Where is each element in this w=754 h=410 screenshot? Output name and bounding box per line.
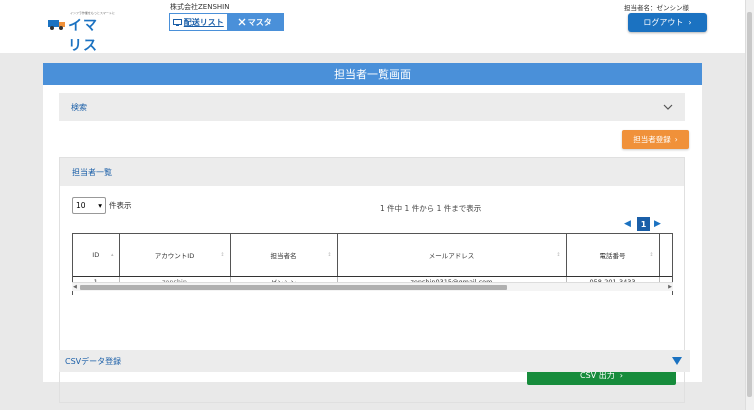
nav-tab-master[interactable]: マスタ bbox=[226, 14, 283, 30]
record-count: 1 件中 1 件から 1 件まで表示 bbox=[380, 204, 482, 213]
truck-icon bbox=[48, 20, 65, 30]
nav-tab-delivery-list[interactable]: 配送リスト bbox=[170, 14, 227, 30]
per-page-control: 10 ▾ 件表示 bbox=[72, 197, 132, 214]
chevron-down-icon bbox=[663, 104, 673, 110]
search-accordion[interactable]: 検索 bbox=[59, 93, 685, 121]
sort-icon: ↕ bbox=[649, 252, 654, 258]
column-header-extra bbox=[659, 234, 672, 277]
sort-icon: ↕ bbox=[327, 252, 332, 258]
table-horizontal-scrollbar[interactable]: ◀ ▶ bbox=[72, 282, 673, 291]
column-header-phone[interactable]: 電話番号 ↕ bbox=[566, 234, 660, 277]
per-page-value: 10 bbox=[76, 201, 86, 210]
nav-tab-label: 配送リスト bbox=[183, 17, 224, 27]
csv-import-label: CSVデータ登録 bbox=[65, 356, 122, 366]
user-name: 担当者名：ゼンシン様 bbox=[624, 4, 689, 12]
column-header-account[interactable]: アカウントID ↕ bbox=[119, 234, 231, 277]
table-scrollbar-thumb[interactable] bbox=[80, 285, 507, 290]
next-page-icon[interactable]: ▶ bbox=[654, 219, 663, 229]
column-header-name[interactable]: 担当者名 ↕ bbox=[230, 234, 338, 277]
scroll-right-icon[interactable]: ▶ bbox=[668, 284, 672, 290]
chevron-down-icon: ▾ bbox=[98, 201, 102, 210]
monitor-icon bbox=[172, 18, 182, 26]
staff-table: ID▴ アカウントID↕ 担当者名↕ メールアドレス↕ 電話番号↕ 1 zens… bbox=[73, 234, 672, 287]
search-label: 検索 bbox=[71, 102, 87, 112]
main-nav: 配送リスト マスタ bbox=[169, 13, 284, 31]
main-card: 担当者一覧画面 検索 担当者登録 › 担当者一覧 10 ▾ 件表示 1 件中 1… bbox=[43, 63, 702, 403]
scroll-left-icon[interactable]: ◀ bbox=[73, 284, 77, 290]
triangle-down-icon bbox=[672, 357, 682, 365]
app-header: インフラ作業をもっとスマートに イマリス 株式会社ZENSHIN 配送リスト マ… bbox=[0, 0, 754, 54]
register-label: 担当者登録 bbox=[633, 135, 671, 144]
sort-icon: ↕ bbox=[220, 252, 225, 258]
logout-label: ログアウト bbox=[643, 18, 684, 27]
column-header-id[interactable]: ID ▴ bbox=[73, 234, 120, 277]
chevron-right-icon: › bbox=[674, 135, 678, 144]
chevron-right-icon: › bbox=[619, 371, 623, 380]
page-title: 担当者一覧画面 bbox=[43, 63, 702, 85]
per-page-suffix: 件表示 bbox=[109, 201, 132, 210]
tools-icon bbox=[238, 18, 246, 26]
logout-button[interactable]: ログアウト › bbox=[628, 13, 707, 32]
sort-icon: ▴ bbox=[110, 252, 114, 258]
chevron-right-icon: › bbox=[688, 18, 692, 27]
nav-tab-label: マスタ bbox=[247, 17, 272, 27]
sort-icon: ↕ bbox=[556, 252, 561, 258]
column-header-email[interactable]: メールアドレス ↕ bbox=[337, 234, 567, 277]
csv-import-accordion[interactable]: CSVデータ登録 bbox=[59, 350, 690, 372]
page-scrollbar-thumb[interactable] bbox=[747, 12, 752, 397]
company-name: 株式会社ZENSHIN bbox=[170, 3, 230, 11]
page-number[interactable]: 1 bbox=[637, 217, 650, 231]
app-logo[interactable]: インフラ作業をもっとスマートに イマリス bbox=[48, 11, 115, 54]
register-staff-button[interactable]: 担当者登録 › bbox=[622, 130, 689, 149]
list-title: 担当者一覧 bbox=[60, 158, 684, 186]
logo-text: イマリス bbox=[68, 18, 98, 54]
prev-page-icon[interactable]: ◀ bbox=[624, 219, 633, 229]
per-page-select[interactable]: 10 ▾ bbox=[72, 197, 106, 214]
pagination: ◀ 1 ▶ bbox=[624, 217, 663, 231]
